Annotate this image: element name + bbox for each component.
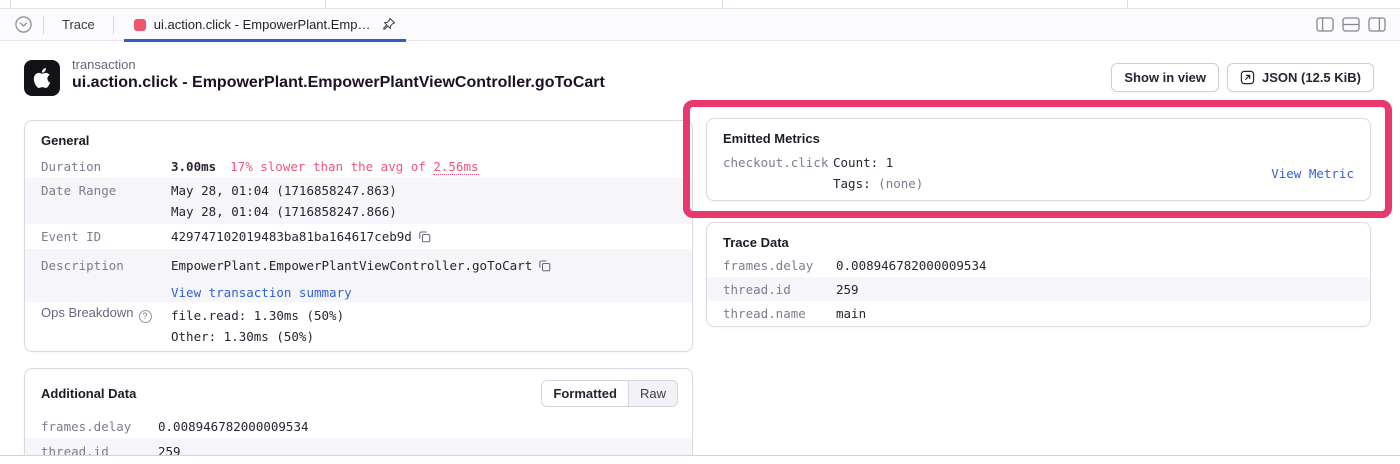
tab-divider: [113, 16, 114, 34]
layout-left-panel-button[interactable]: [1316, 17, 1334, 32]
duration-comparison: 17% slower than the avg of 2.56ms: [230, 159, 478, 174]
layout-right-panel-button[interactable]: [1368, 17, 1386, 32]
external-link-icon: [1240, 70, 1255, 85]
layout-bottom-panel-button[interactable]: [1342, 17, 1360, 32]
pin-icon[interactable]: [381, 17, 396, 32]
emitted-metrics-section: Emitted Metrics checkout.click Count: 1 …: [706, 118, 1371, 201]
formatted-toggle-button[interactable]: Formatted: [542, 381, 628, 406]
event-type-label: transaction: [72, 57, 136, 72]
event-id-key: Event ID: [41, 229, 171, 244]
row-description: Description EmpowerPlant.EmpowerPlantVie…: [25, 249, 692, 302]
metric-count: Count: 1: [833, 155, 893, 170]
view-transaction-summary-link[interactable]: View transaction summary: [171, 285, 352, 300]
emitted-metrics-heading: Emitted Metrics: [707, 119, 1370, 150]
tab-trace-label: Trace: [62, 17, 95, 32]
row-frames-delay: frames.delay 0.008946782000009534: [25, 415, 692, 438]
frames-delay-key: frames.delay: [41, 419, 158, 434]
thread-name-value: main: [836, 306, 1354, 321]
row-duration: Duration 3.00ms 17% slower than the avg o…: [25, 155, 692, 178]
description-key: Description: [41, 255, 171, 276]
raw-toggle-button[interactable]: Raw: [628, 381, 677, 406]
general-section: General Duration 3.00ms 17% slower than t…: [24, 120, 693, 352]
show-in-view-button[interactable]: Show in view: [1111, 63, 1219, 92]
tab-transaction-active[interactable]: ui.action.click - EmpowerPlant.Emp…: [124, 9, 406, 41]
additional-data-section: Additional Data Formatted Raw frames.del…: [24, 368, 693, 464]
ops-breakdown-other: Other: 1.30ms (50%): [171, 329, 314, 344]
date-range-start: May 28, 01:04 (1716858247.863): [171, 183, 397, 198]
json-download-button[interactable]: JSON (12.5 KiB): [1227, 63, 1374, 92]
apple-platform-icon: [24, 60, 60, 96]
copy-icon[interactable]: [418, 230, 431, 243]
row-thread-id: thread.id 259: [707, 277, 1370, 301]
frames-delay-value: 0.008946782000009534: [158, 419, 676, 434]
ops-breakdown-file-read: file.read: 1.30ms (50%): [171, 308, 344, 323]
view-metric-link[interactable]: View Metric: [1271, 163, 1354, 184]
tab-divider: [43, 16, 44, 34]
row-thread-name: thread.name main: [707, 301, 1370, 325]
description-value: EmpowerPlant.EmpowerPlantViewController.…: [171, 258, 532, 273]
general-heading: General: [25, 121, 692, 155]
transaction-marker-icon: [134, 19, 146, 31]
format-toggle: Formatted Raw: [541, 380, 678, 407]
chevron-down-circle-icon: [14, 15, 33, 34]
thread-name-key: thread.name: [723, 306, 836, 321]
row-ops-breakdown: Ops Breakdown? file.read: 1.30ms (50%) Ot…: [25, 302, 692, 349]
page-title: ui.action.click - EmpowerPlant.EmpowerPl…: [72, 74, 605, 92]
row-event-id: Event ID 429747102019483ba81ba164617ceb9…: [25, 224, 692, 249]
date-range-end: May 28, 01:04 (1716858247.866): [171, 204, 397, 219]
additional-data-heading: Additional Data: [41, 386, 136, 401]
duration-key: Duration: [41, 159, 171, 174]
frames-delay-key: frames.delay: [723, 258, 836, 273]
trace-data-heading: Trace Data: [707, 223, 1370, 253]
frames-delay-value: 0.008946782000009534: [836, 258, 1354, 273]
help-icon[interactable]: ?: [139, 310, 152, 323]
event-id-value: 429747102019483ba81ba164617ceb9d: [171, 229, 412, 244]
copy-icon[interactable]: [538, 259, 551, 272]
metric-name: checkout.click: [723, 152, 833, 173]
ops-breakdown-key: Ops Breakdown?: [41, 305, 171, 323]
viewport-bottom-edge: [0, 455, 1400, 464]
date-range-key: Date Range: [41, 180, 171, 201]
trace-data-section: Trace Data frames.delay 0.00894678200000…: [706, 222, 1371, 327]
thread-id-value: 259: [836, 282, 1354, 297]
avg-duration-tooltip[interactable]: 2.56ms: [433, 159, 478, 175]
active-tab-underline: [124, 39, 406, 42]
tab-trace[interactable]: Trace: [54, 9, 103, 41]
row-date-range: Date Range May 28, 01:04 (1716858247.863…: [25, 178, 692, 224]
tab-transaction-label: ui.action.click - EmpowerPlant.Emp…: [154, 17, 371, 32]
trace-detail-panel: Trace ui.action.click - EmpowerPlant.Emp…: [0, 0, 1400, 464]
thread-id-key: thread.id: [723, 282, 836, 297]
detail-tabbar: Trace ui.action.click - EmpowerPlant.Emp…: [0, 9, 1400, 41]
metric-tags: Tags: (none): [833, 176, 923, 191]
emitted-metric-row: checkout.click Count: 1 Tags: (none) Vie…: [707, 150, 1370, 194]
collapse-panel-button[interactable]: [14, 15, 33, 34]
duration-value: 3.00ms: [171, 159, 216, 174]
row-frames-delay: frames.delay 0.008946782000009534: [707, 253, 1370, 277]
